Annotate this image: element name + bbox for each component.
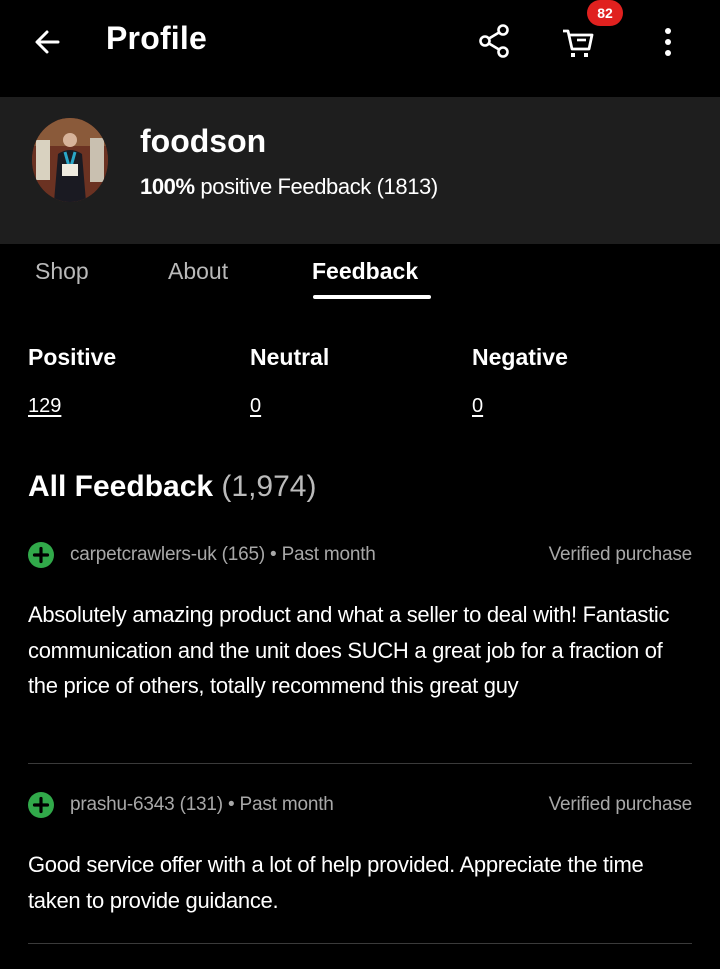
stat-negative: Negative 0 bbox=[472, 344, 568, 418]
feedback-text: Absolutely amazing product and what a se… bbox=[28, 602, 670, 698]
feedback-text: Good service offer with a lot of help pr… bbox=[28, 852, 644, 913]
stat-positive-value[interactable]: 129 bbox=[28, 395, 116, 418]
feedback-summary-text: positive Feedback (1813) bbox=[200, 174, 438, 199]
feedback-summary: 100% positive Feedback (1813) bbox=[140, 174, 438, 200]
feedback-item: carpetcrawlers-uk (165) • Past month Ver… bbox=[0, 540, 720, 770]
divider bbox=[28, 763, 692, 764]
top-app-bar: Profile 82 bbox=[0, 0, 720, 97]
stat-positive-label: Positive bbox=[28, 344, 117, 370]
feedback-meta: prashu-6343 (131) • Past month Verified … bbox=[28, 790, 692, 820]
stat-neutral: Neutral 0 bbox=[250, 344, 329, 418]
verified-purchase-label: Verified purchase bbox=[548, 794, 693, 815]
stat-positive: Positive 129 bbox=[28, 344, 116, 418]
avatar[interactable] bbox=[32, 118, 108, 202]
more-vertical-icon[interactable] bbox=[654, 22, 682, 62]
stat-negative-label: Negative bbox=[472, 344, 568, 370]
stat-negative-value[interactable]: 0 bbox=[472, 395, 568, 418]
feedback-item: prashu-6343 (131) • Past month Verified … bbox=[0, 790, 720, 950]
cart-icon[interactable] bbox=[556, 20, 600, 64]
cart-count-badge: 82 bbox=[587, 0, 623, 26]
verified-purchase-label: Verified purchase bbox=[548, 544, 693, 565]
tab-shop[interactable]: Shop bbox=[35, 258, 89, 285]
positive-plus-icon bbox=[28, 542, 54, 568]
reviewer-info: carpetcrawlers-uk (165) • Past month bbox=[70, 544, 376, 565]
divider bbox=[28, 943, 692, 944]
page-title: Profile bbox=[106, 20, 207, 56]
all-feedback-count: (1,974) bbox=[221, 470, 317, 503]
tab-about[interactable]: About bbox=[168, 258, 228, 285]
all-feedback-heading: All Feedback (1,974) bbox=[28, 470, 316, 504]
tab-feedback[interactable]: Feedback bbox=[312, 258, 418, 285]
share-icon[interactable] bbox=[474, 20, 516, 62]
reviewer-info: prashu-6343 (131) • Past month bbox=[70, 794, 334, 815]
positive-percent: 100% bbox=[140, 174, 195, 199]
profile-card: foodson 100% positive Feedback (1813) bbox=[0, 97, 720, 244]
positive-plus-icon bbox=[28, 792, 54, 818]
stat-neutral-label: Neutral bbox=[250, 344, 330, 370]
active-tab-indicator bbox=[313, 295, 431, 299]
username: foodson bbox=[140, 123, 267, 159]
back-arrow-icon[interactable] bbox=[28, 22, 68, 62]
all-feedback-title: All Feedback bbox=[28, 470, 214, 503]
profile-tabs: Shop About Feedback bbox=[0, 244, 720, 306]
stat-neutral-value[interactable]: 0 bbox=[250, 395, 329, 418]
feedback-meta: carpetcrawlers-uk (165) • Past month Ver… bbox=[28, 540, 692, 570]
